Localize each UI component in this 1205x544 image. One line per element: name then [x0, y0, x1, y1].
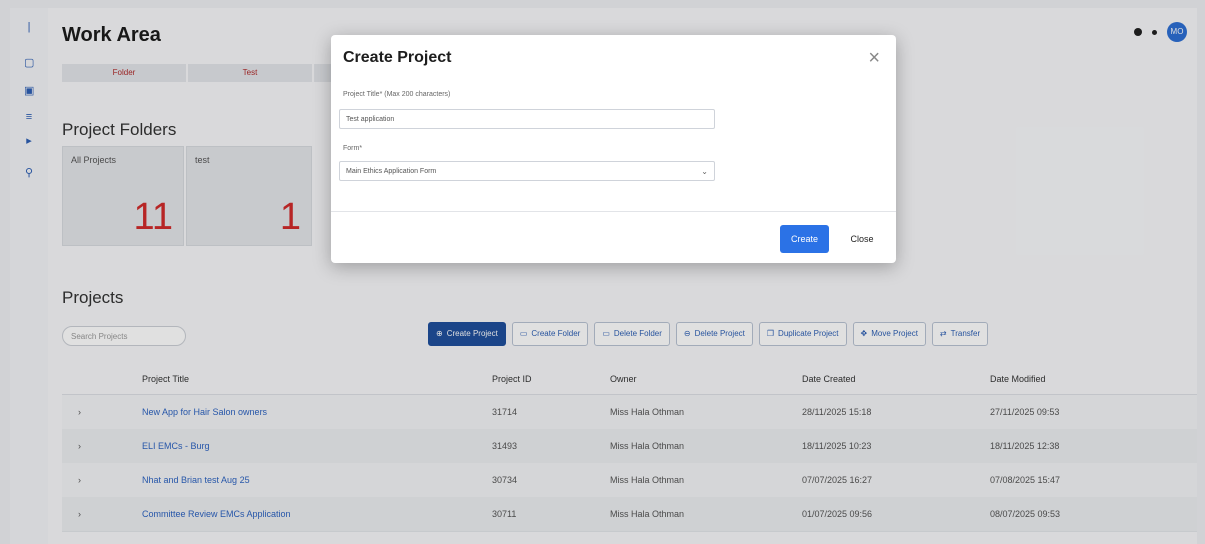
create-button[interactable]: Create	[780, 225, 829, 253]
chevron-down-icon: ⌄	[701, 167, 708, 176]
form-label: Form*	[343, 145, 363, 152]
form-select[interactable]: Main Ethics Application Form ⌄	[339, 161, 715, 181]
form-select-value: Main Ethics Application Form	[346, 168, 437, 175]
close-button[interactable]: Close	[837, 225, 887, 253]
project-title-label: Project Title* (Max 200 characters)	[343, 91, 451, 98]
footer-divider	[331, 211, 896, 212]
dialog-title: Create Project	[343, 49, 452, 66]
create-project-dialog: Create Project × Project Title* (Max 200…	[331, 35, 896, 263]
close-icon[interactable]: ×	[868, 47, 880, 70]
project-title-input[interactable]: Test application	[339, 109, 715, 129]
